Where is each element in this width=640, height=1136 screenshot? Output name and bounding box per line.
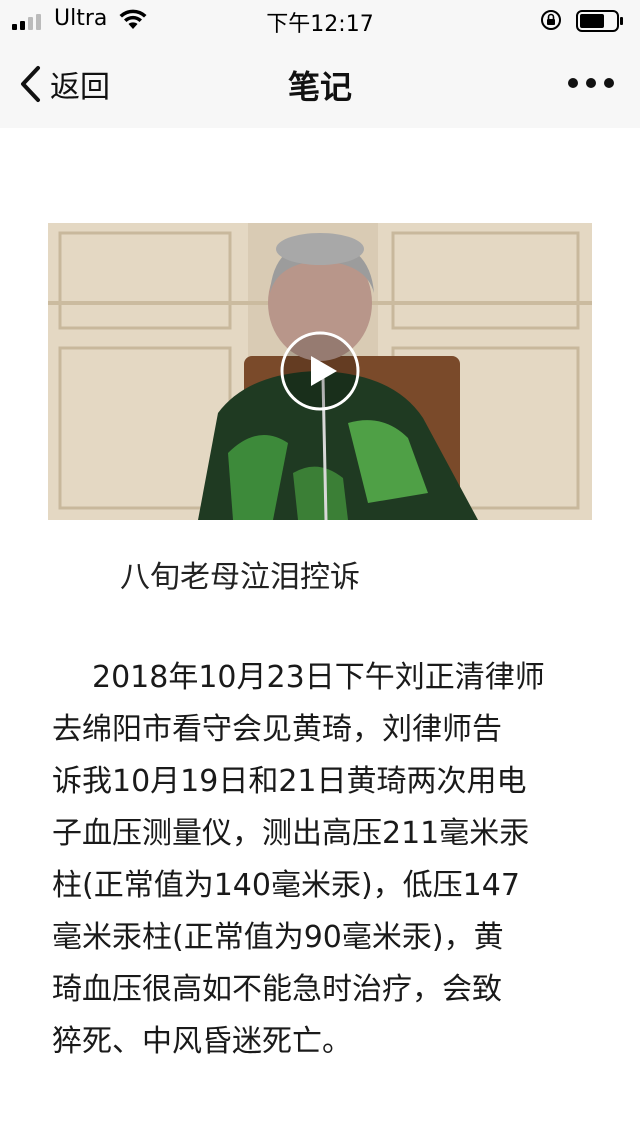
article-line: 琦血压很高如不能急时治疗，会致: [52, 972, 502, 1007]
article-line: 2018年10月23日下午刘正清律师: [92, 660, 545, 695]
article-body: 2018年10月23日下午刘正清律师 去绵阳市看守会见黄琦，刘律师告 诉我10月…: [52, 652, 592, 1068]
rotation-lock-icon: [541, 10, 561, 30]
play-icon[interactable]: [279, 330, 361, 412]
video-player[interactable]: [48, 223, 592, 520]
navigation-bar: 返回 笔记: [0, 40, 640, 128]
status-bar: Ultra 下午12:17: [0, 0, 640, 40]
article-line: 猝死、中风昏迷死亡。: [52, 1024, 352, 1059]
article-line: 子血压测量仪，测出高压211毫米汞: [52, 816, 530, 851]
article-line: 柱(正常值为140毫米汞)，低压147: [52, 868, 520, 903]
more-icon[interactable]: [566, 70, 616, 96]
video-caption: 八旬老母泣泪控诉: [120, 560, 360, 595]
article-line: 去绵阳市看守会见黄琦，刘律师告: [52, 712, 502, 747]
article-line: 诉我10月19日和21日黄琦两次用电: [52, 764, 527, 799]
battery-icon: [576, 10, 623, 32]
page-title: 笔记: [287, 68, 352, 106]
article-line: 毫米汞柱(正常值为90毫米汞)，黄: [52, 920, 504, 955]
